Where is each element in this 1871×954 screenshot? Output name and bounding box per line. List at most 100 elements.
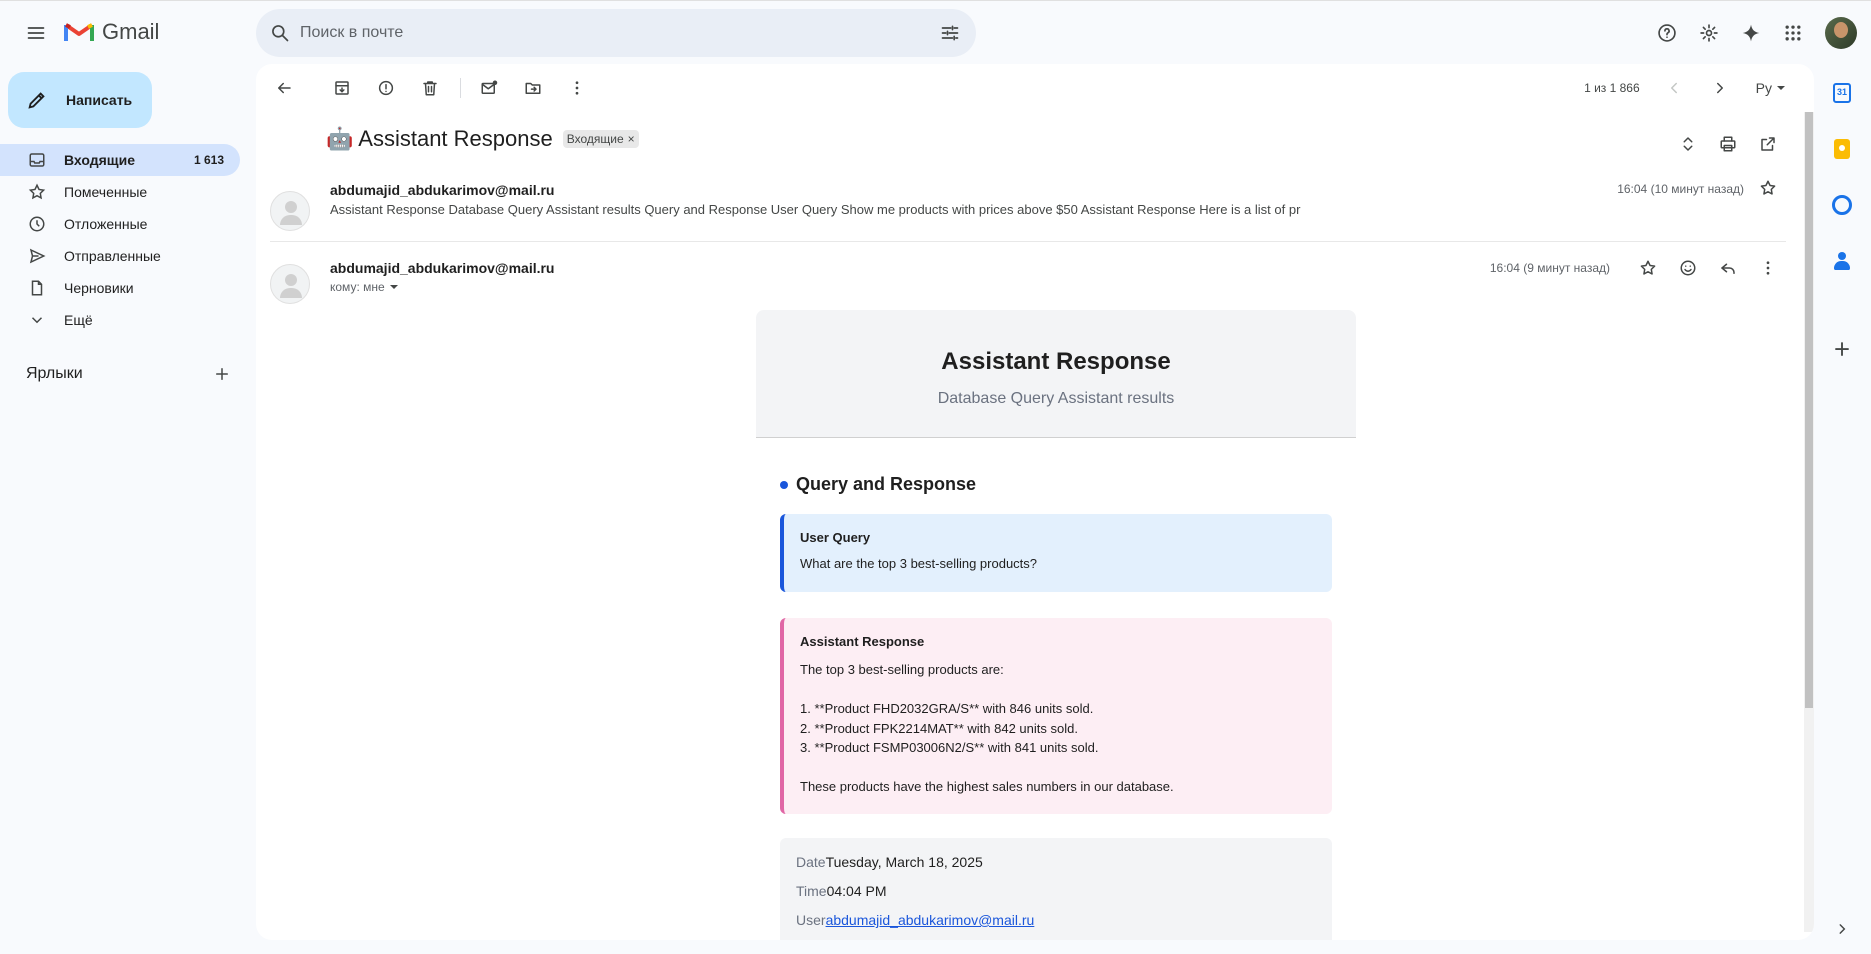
response-line: 3. **Product FSMP03006N2/S** with 841 un…	[800, 740, 1099, 755]
gemini-sparkle-icon[interactable]	[1731, 13, 1771, 53]
star-icon	[28, 183, 46, 200]
archive-icon[interactable]	[324, 70, 360, 106]
back-arrow-icon[interactable]	[266, 70, 302, 106]
recipients-line[interactable]: кому: мне	[330, 280, 399, 294]
response-line	[800, 758, 1316, 778]
meta-user-email-link[interactable]: abdumajid_abdukarimov@mail.ru	[826, 912, 1035, 928]
sidebar-item-snoozed[interactable]: Отложенные	[0, 208, 240, 240]
message-time: 16:04 (10 минут назад)	[1617, 182, 1744, 196]
input-language-selector[interactable]: Ру	[1756, 80, 1786, 96]
remove-label-icon[interactable]: ×	[628, 132, 635, 146]
mark-unread-icon[interactable]	[471, 70, 507, 106]
sidebar-item-drafts[interactable]: Черновики	[0, 272, 240, 304]
section-heading: Query and Response	[780, 474, 976, 495]
main-menu-icon[interactable]	[16, 13, 56, 53]
side-panel: 31	[1814, 64, 1871, 954]
meta-user-row: Userabdumajid_abdukarimov@mail.ru	[796, 912, 1316, 940]
thread-subject: 🤖 Assistant Response	[326, 126, 553, 151]
recipients-text: кому: мне	[330, 280, 385, 294]
star-icon[interactable]	[1630, 250, 1666, 286]
clock-icon	[29, 216, 45, 232]
star-icon[interactable]	[1750, 170, 1786, 206]
user-query-text: What are the top 3 best-selling products…	[800, 556, 1038, 571]
response-line	[800, 680, 1316, 700]
sidebar-item-inbox[interactable]: Входящие 1 613	[0, 144, 240, 176]
keep-notes-icon[interactable]	[1827, 134, 1857, 164]
delete-trash-icon[interactable]	[412, 70, 448, 106]
assistant-response-label: Assistant Response	[800, 634, 925, 649]
sidebar-item-more[interactable]: Ещё	[0, 304, 240, 336]
section-title: Query and Response	[796, 474, 977, 494]
meta-date-row: DateTuesday, March 18, 2025	[796, 854, 1316, 883]
search-options-icon[interactable]	[930, 13, 970, 53]
labels-header: Ярлыки	[26, 360, 236, 388]
add-label-plus-icon[interactable]	[208, 360, 236, 388]
email-card-title: Assistant Response	[941, 348, 1171, 375]
toolbar-divider	[460, 78, 461, 98]
scrollbar-thumb[interactable]	[1805, 112, 1813, 708]
thread-subject-row: 🤖 Assistant Response Входящие ×	[326, 126, 639, 152]
sidebar-item-label: Входящие	[64, 152, 135, 168]
email-card-header: Assistant Response Database Query Assist…	[756, 310, 1356, 438]
pagination-area: 1 из 1 866 Ру	[1584, 72, 1814, 104]
sender-email: abdumajid_abdukarimov@mail.ru	[330, 182, 555, 198]
contacts-icon[interactable]	[1827, 246, 1857, 276]
search-bar	[256, 9, 976, 57]
next-chevron-icon[interactable]	[1704, 72, 1736, 104]
search-input[interactable]	[300, 24, 930, 42]
move-to-folder-icon[interactable]	[515, 70, 551, 106]
calendar-icon[interactable]: 31	[1827, 78, 1857, 108]
sidebar-item-label: Ещё	[64, 312, 93, 328]
sidebar-item-sent[interactable]: Отправленные	[0, 240, 240, 272]
sidebar-item-label: Черновики	[64, 280, 134, 296]
message-scrollbar[interactable]	[1804, 112, 1814, 932]
meta-user-key: User	[796, 912, 826, 928]
emoji-reaction-icon[interactable]	[1670, 250, 1706, 286]
add-addon-plus-icon[interactable]	[1827, 334, 1857, 364]
collapsed-message[interactable]: abdumajid_abdukarimov@mail.ru Assistant …	[270, 180, 1786, 242]
inbox-unread-count: 1 613	[193, 153, 224, 167]
sidebar-item-label: Помеченные	[64, 184, 148, 200]
compose-label: Написать	[66, 92, 133, 108]
sidebar-item-label: Отправленные	[64, 248, 161, 264]
report-spam-icon[interactable]	[368, 70, 404, 106]
google-apps-grid-icon[interactable]	[1773, 13, 1813, 53]
help-icon[interactable]	[1647, 13, 1687, 53]
message-actions: 16:04 (9 минут назад)	[1490, 250, 1786, 286]
inbox-icon	[29, 153, 45, 167]
pagination-text: 1 из 1 866	[1584, 81, 1640, 95]
meta-time-value: 04:04 PM	[826, 883, 887, 899]
thread-tools	[1670, 126, 1786, 162]
sidebar-item-starred[interactable]: Помеченные	[0, 176, 240, 208]
more-vertical-icon[interactable]	[1750, 250, 1786, 286]
message-toolbar: 1 из 1 866 Ру	[256, 64, 1814, 112]
expand-all-icon[interactable]	[1670, 126, 1706, 162]
metadata-box: DateTuesday, March 18, 2025 Time04:04 PM…	[780, 838, 1332, 940]
message-view: 1 из 1 866 Ру 🤖 Assistant Response Входя…	[256, 64, 1814, 940]
gmail-logo-icon	[64, 23, 94, 41]
account-avatar[interactable]	[1825, 17, 1857, 49]
message-snippet: Assistant Response Database Query Assist…	[330, 202, 1301, 217]
open-in-new-window-icon[interactable]	[1750, 126, 1786, 162]
compose-button[interactable]: Написать	[8, 72, 152, 128]
email-card-subtitle: Database Query Assistant results	[937, 390, 1175, 407]
settings-gear-icon[interactable]	[1689, 13, 1729, 53]
send-icon	[29, 248, 46, 264]
print-icon[interactable]	[1710, 126, 1746, 162]
meta-date-value: Tuesday, March 18, 2025	[825, 854, 983, 870]
search-icon[interactable]	[260, 13, 300, 53]
meta-date-key: Date	[796, 854, 826, 870]
hide-panel-chevron-icon[interactable]	[1827, 914, 1857, 944]
more-vertical-icon[interactable]	[559, 70, 595, 106]
tasks-icon[interactable]	[1827, 190, 1857, 220]
tasks-shape	[1832, 195, 1852, 215]
gmail-logo[interactable]: Gmail	[64, 19, 159, 45]
response-line: The top 3 best-selling products are:	[800, 662, 1004, 677]
sender-email[interactable]: abdumajid_abdukarimov@mail.ru	[330, 260, 555, 276]
reply-icon[interactable]	[1710, 250, 1746, 286]
language-label: Ру	[1755, 80, 1772, 96]
labels-title: Ярлыки	[26, 365, 83, 382]
draft-file-icon	[31, 280, 43, 296]
keep-shape	[1834, 139, 1850, 159]
previous-chevron-icon[interactable]	[1658, 72, 1690, 104]
